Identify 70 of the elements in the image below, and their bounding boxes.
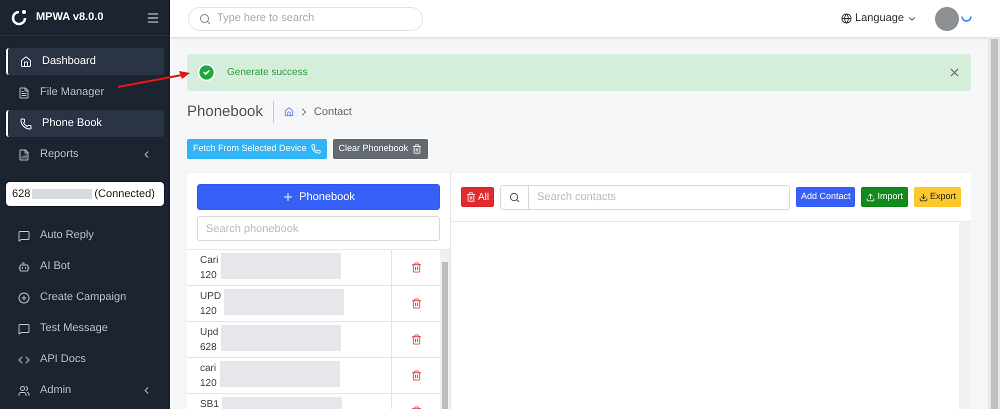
- plus-icon: [282, 191, 294, 203]
- users-icon: [18, 384, 30, 396]
- phone-number: 628: [200, 341, 218, 355]
- code-icon: [18, 354, 30, 366]
- chat-icon: [18, 230, 30, 242]
- report-icon: [18, 148, 30, 160]
- scrollbar[interactable]: [440, 250, 450, 409]
- redaction-block: [32, 189, 92, 199]
- search-field[interactable]: Type here to search: [188, 6, 423, 30]
- trash-icon[interactable]: [410, 298, 422, 309]
- sidebar-item[interactable]: Auto Reply: [6, 222, 164, 249]
- search-icon: [199, 12, 211, 24]
- phonebook-name[interactable]: Cari: [200, 253, 218, 268]
- logo-icon: [10, 8, 28, 26]
- clear-button[interactable]: Clear Phonebook: [332, 139, 428, 159]
- phone-number: 120: [200, 269, 218, 283]
- phonebook-name[interactable]: Upd: [200, 325, 218, 340]
- search-phonebook-field[interactable]: Search phonebook: [197, 216, 440, 241]
- brand-name: MPWA v8.0.0: [36, 10, 104, 26]
- robot-icon: [18, 260, 30, 272]
- phonebook-name[interactable]: SB1: [200, 397, 219, 409]
- globe-icon: [841, 13, 852, 24]
- page-title: Phonebook: [187, 100, 274, 124]
- device-number: 628: [12, 186, 30, 202]
- delete-all-button[interactable]: All: [461, 187, 494, 207]
- phonebook-name[interactable]: UPD: [200, 289, 222, 304]
- download-icon: [918, 192, 928, 202]
- home-icon: [20, 56, 32, 68]
- search-contacts-field[interactable]: Search contacts: [500, 184, 790, 210]
- trash-icon: [412, 144, 422, 154]
- search-icon: [509, 192, 520, 202]
- sidebar-item[interactable]: Admin: [6, 377, 164, 404]
- phone-icon: [20, 118, 32, 130]
- add-contact-button[interactable]: Add Contact: [796, 187, 856, 207]
- device-status[interactable]: 628 (Connected): [6, 182, 164, 206]
- menu-icon[interactable]: [146, 10, 160, 24]
- loading-spinner-icon: [961, 16, 972, 22]
- alert-message: Generate success: [227, 66, 309, 80]
- document-icon: [18, 86, 30, 98]
- sidebar-item[interactable]: Create Campaign: [6, 284, 164, 311]
- sidebar-item[interactable]: File Manager: [6, 79, 164, 106]
- trash-icon[interactable]: [410, 370, 422, 381]
- import-button[interactable]: Import: [861, 187, 908, 207]
- phone-number: 120: [200, 305, 218, 319]
- sidebar-item[interactable]: Phone Book: [6, 110, 164, 137]
- language-dropdown[interactable]: Language: [841, 10, 917, 27]
- close-icon[interactable]: [948, 66, 961, 79]
- device-state: (Connected): [94, 186, 155, 202]
- upload-icon: [866, 192, 876, 202]
- export-button[interactable]: Export: [914, 187, 961, 207]
- sidebar-item[interactable]: Reports: [6, 141, 164, 168]
- breadcrumb-item: Contact: [314, 104, 352, 120]
- sidebar-item[interactable]: Dashboard: [6, 48, 164, 75]
- chat-icon: [18, 322, 30, 334]
- search-input[interactable]: Type here to search: [217, 10, 412, 27]
- phone-number: 120: [200, 377, 217, 391]
- sidebar-item[interactable]: Test Message: [6, 315, 164, 342]
- page-scrollbar[interactable]: [988, 37, 1000, 409]
- phonebook-name[interactable]: cari: [200, 361, 217, 376]
- check-icon: [197, 63, 216, 82]
- add-phonebook-button[interactable]: Phonebook: [197, 184, 440, 210]
- trash-icon: [466, 192, 476, 202]
- trash-icon[interactable]: [410, 262, 422, 273]
- trash-icon[interactable]: [410, 334, 422, 345]
- home-icon[interactable]: [284, 107, 294, 117]
- sidebar-item[interactable]: AI Bot: [6, 253, 164, 280]
- sidebar-item[interactable]: API Docs: [6, 346, 164, 373]
- plus-circle-icon: [18, 292, 30, 304]
- avatar[interactable]: [935, 6, 959, 30]
- search-contacts-input[interactable]: Search contacts: [529, 188, 789, 206]
